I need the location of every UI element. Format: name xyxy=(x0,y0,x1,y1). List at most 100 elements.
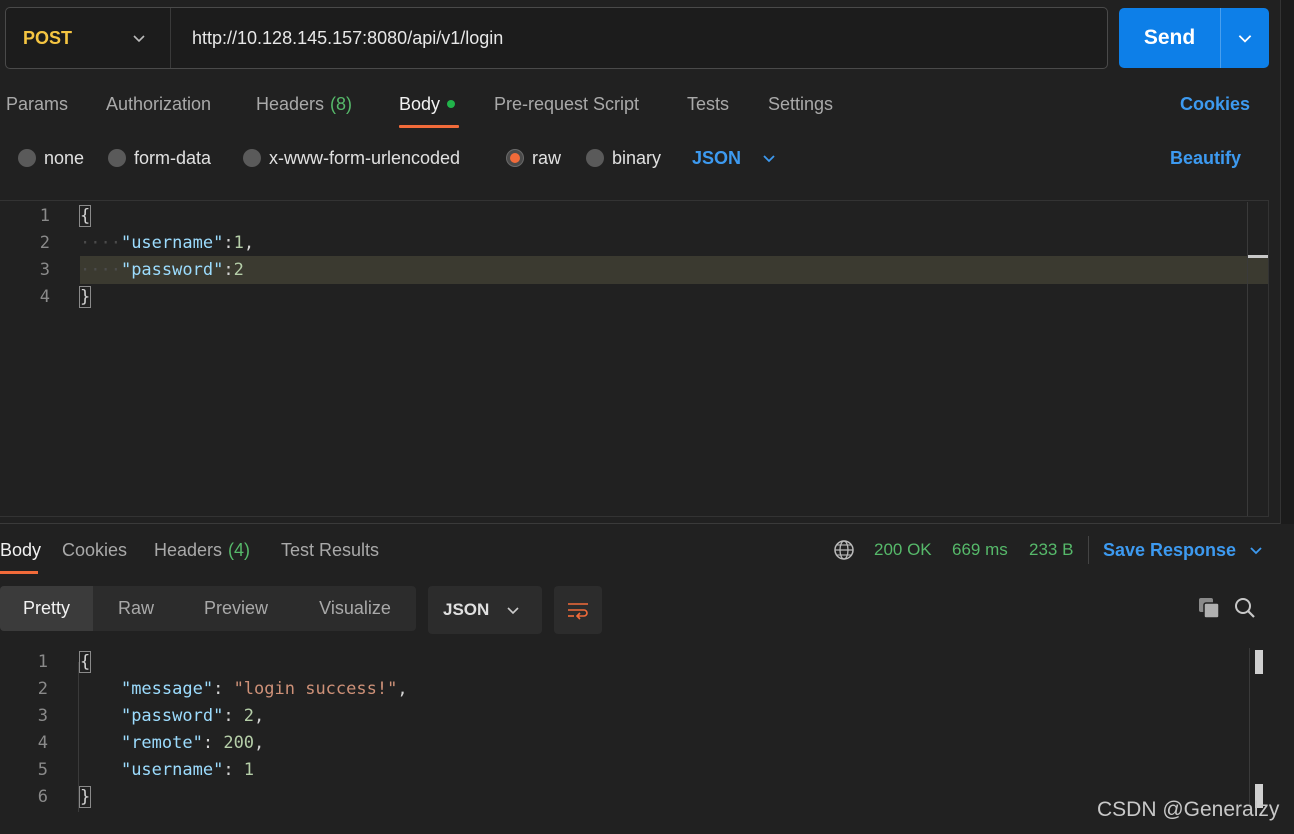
tab-authorization[interactable]: Authorization xyxy=(106,88,211,120)
view-preview-button[interactable]: Preview xyxy=(190,586,282,631)
response-tab-headers[interactable]: Headers (4) xyxy=(154,535,250,565)
send-button-group: Send xyxy=(1119,8,1269,68)
code-line: { xyxy=(78,649,92,676)
tab-params[interactable]: Params xyxy=(6,88,68,120)
tab-label: Test Results xyxy=(281,539,380,560)
code-line: } xyxy=(78,784,92,811)
radio-x-www-form-urlencoded[interactable]: x-www-form-urlencoded xyxy=(243,143,460,173)
body-modified-dot xyxy=(447,100,456,108)
tab-settings[interactable]: Settings xyxy=(768,88,833,120)
close-brace: } xyxy=(78,786,92,808)
radio-form-data[interactable]: form-data xyxy=(108,143,211,173)
beautify-link[interactable]: Beautify xyxy=(1170,143,1241,173)
response-divider[interactable] xyxy=(0,523,1280,524)
response-body-viewer[interactable]: 1 2 3 4 5 6 { "message": "login success!… xyxy=(0,648,1270,834)
view-mode-segment: Pretty Raw Preview Visualize xyxy=(0,586,416,631)
radio-label: binary xyxy=(612,147,662,168)
tab-label: Headers xyxy=(256,93,325,114)
radio-circle-selected xyxy=(506,149,524,167)
status-code[interactable]: 200 OK xyxy=(874,535,932,565)
tab-pre-request-script[interactable]: Pre-request Script xyxy=(494,88,639,120)
radio-circle xyxy=(18,149,36,167)
watermark: CSDN @Generalzy xyxy=(1097,798,1280,821)
active-tab-indicator xyxy=(0,571,38,574)
globe-icon[interactable] xyxy=(833,539,855,561)
wrap-lines-button[interactable] xyxy=(554,586,602,634)
radio-raw[interactable]: raw xyxy=(506,143,561,173)
code-line: ····"password":2 xyxy=(80,260,244,280)
line-number: 6 xyxy=(37,787,48,807)
close-brace: } xyxy=(78,286,92,308)
send-options-button[interactable] xyxy=(1221,8,1269,68)
json-value: 1 xyxy=(233,233,244,253)
body-format-select[interactable]: JSON xyxy=(692,143,777,173)
json-key: "remote" xyxy=(120,733,203,753)
open-brace: { xyxy=(78,205,92,227)
response-format-label: JSON xyxy=(443,600,490,619)
response-tab-body[interactable]: Body xyxy=(0,535,41,565)
response-size[interactable]: 233 B xyxy=(1029,535,1073,565)
url-input[interactable]: http://10.128.145.157:8080/api/v1/login xyxy=(192,8,503,68)
request-bar: POST http://10.128.145.157:8080/api/v1/l… xyxy=(5,7,1108,69)
radio-binary[interactable]: binary xyxy=(586,143,661,173)
editor-scroll-track[interactable] xyxy=(1247,202,1248,516)
line-number: 1 xyxy=(39,206,50,226)
chevron-down-icon xyxy=(1238,35,1252,43)
response-time[interactable]: 669 ms xyxy=(952,535,1008,565)
tab-label: Params xyxy=(6,93,69,114)
send-button[interactable]: Send xyxy=(1119,8,1220,68)
headers-count: (8) xyxy=(330,93,353,114)
response-format-select[interactable]: JSON xyxy=(428,586,542,634)
view-visualize-button[interactable]: Visualize xyxy=(303,586,407,631)
chevron-down-icon xyxy=(1250,547,1262,555)
code-line: "remote": 200, xyxy=(120,733,265,753)
json-key: "username" xyxy=(120,760,224,780)
active-tab-indicator xyxy=(399,125,459,128)
response-tab-cookies[interactable]: Cookies xyxy=(62,535,127,565)
view-raw-button[interactable]: Raw xyxy=(100,586,172,631)
body-format-label: JSON xyxy=(692,147,742,168)
line-number: 4 xyxy=(37,733,48,753)
tab-headers[interactable]: Headers (8) xyxy=(256,88,352,120)
request-body-editor[interactable]: 1 2 3 4 { ····"username":1, ····"passwor… xyxy=(0,200,1269,517)
response-scroll-track[interactable] xyxy=(1249,648,1250,808)
code-line: { xyxy=(78,203,92,230)
json-value: 2 xyxy=(243,706,255,726)
save-response-button[interactable]: Save Response xyxy=(1103,535,1264,565)
code-line: } xyxy=(78,284,92,311)
line-number: 1 xyxy=(37,652,48,672)
tab-body[interactable]: Body xyxy=(399,88,456,120)
tab-label: Settings xyxy=(768,93,834,114)
radio-circle xyxy=(586,149,604,167)
radio-circle xyxy=(108,149,126,167)
json-key: "password" xyxy=(120,260,224,280)
json-key: "password" xyxy=(120,706,224,726)
copy-icon[interactable] xyxy=(1197,596,1221,620)
code-line: "password": 2, xyxy=(120,706,265,726)
response-tab-test-results[interactable]: Test Results xyxy=(281,535,379,565)
code-line: ····"username":1, xyxy=(80,233,255,253)
json-value: 2 xyxy=(233,260,244,280)
radio-none[interactable]: none xyxy=(18,143,84,173)
tab-tests[interactable]: Tests xyxy=(687,88,729,120)
radio-circle xyxy=(243,149,261,167)
tab-label: Body xyxy=(0,539,42,560)
cookies-link[interactable]: Cookies xyxy=(1180,88,1250,120)
line-number: 3 xyxy=(37,706,48,726)
request-tabs: Params Authorization Headers (8) Body Pre… xyxy=(0,88,1280,128)
tab-label: Tests xyxy=(687,93,730,114)
json-value: 200 xyxy=(223,733,255,753)
window-edge xyxy=(1280,0,1294,524)
search-icon[interactable] xyxy=(1233,596,1257,620)
indent-guide xyxy=(78,662,79,812)
scroll-marker xyxy=(1255,650,1263,674)
method-select[interactable]: POST xyxy=(6,8,171,68)
open-brace: { xyxy=(78,651,92,673)
line-number: 3 xyxy=(39,260,50,280)
line-number: 5 xyxy=(37,760,48,780)
chevron-down-icon xyxy=(507,607,519,615)
line-number: 2 xyxy=(37,679,48,699)
divider xyxy=(1088,536,1089,564)
chevron-down-icon xyxy=(763,155,775,163)
view-pretty-button[interactable]: Pretty xyxy=(0,586,93,631)
